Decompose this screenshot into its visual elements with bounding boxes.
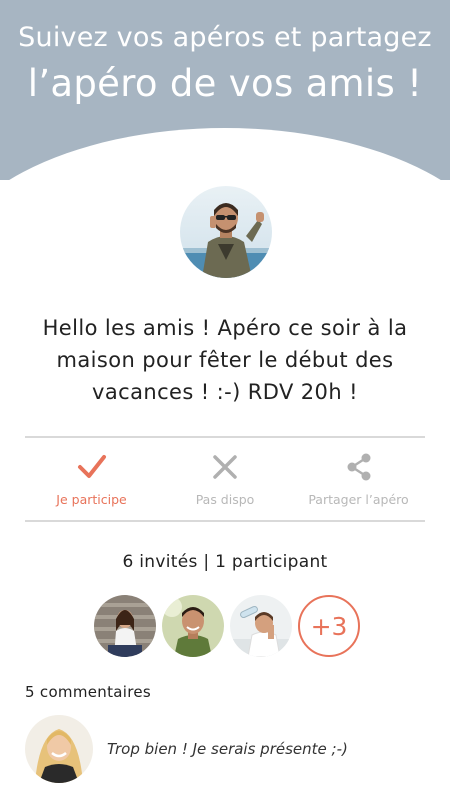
unavailable-button[interactable]: Pas dispo xyxy=(159,438,292,520)
participate-label: Je participe xyxy=(56,492,127,507)
guest-avatar[interactable] xyxy=(162,595,224,657)
guests-summary: 6 invités | 1 participant xyxy=(122,552,328,572)
event-message-line3: vacances ! :-) RDV 20h ! xyxy=(92,380,358,404)
header-tagline-line2: l’apéro de vos amis ! xyxy=(27,62,423,105)
more-guests-badge[interactable]: +3 xyxy=(298,595,360,657)
divider xyxy=(25,520,425,522)
share-label: Partager l’apéro xyxy=(308,492,409,507)
participate-button[interactable]: Je participe xyxy=(25,438,158,520)
event-message-line1: Hello les amis ! Apéro ce soir à la xyxy=(42,316,408,340)
share-button[interactable]: Partager l’apéro xyxy=(292,438,425,520)
comments-title: 5 commentaires xyxy=(25,683,152,701)
header-curve xyxy=(0,128,450,180)
host-avatar[interactable] xyxy=(180,186,272,278)
event-message: Hello les amis ! Apéro ce soir à la mais… xyxy=(10,312,440,408)
header-banner: Suivez vos apéros et partagez l’apéro de… xyxy=(0,0,450,180)
action-bar: Je participe Pas dispo Partager l’apéro xyxy=(25,438,425,520)
unavailable-label: Pas dispo xyxy=(195,492,255,507)
commenter-avatar[interactable] xyxy=(25,715,93,783)
event-message-line2: maison pour fêter le début des xyxy=(56,348,394,372)
guest-avatar-list: +3 xyxy=(94,595,360,659)
share-icon xyxy=(347,453,370,481)
close-icon xyxy=(213,455,237,479)
guest-avatar[interactable] xyxy=(230,595,292,657)
header-tagline-line1: Suivez vos apéros et partagez xyxy=(18,22,432,53)
check-icon xyxy=(77,455,106,478)
comment-item: Trop bien ! Je serais présente ;-) xyxy=(25,714,435,784)
guest-avatar[interactable] xyxy=(94,595,156,657)
comment-text: Trop bien ! Je serais présente ;-) xyxy=(107,740,348,758)
